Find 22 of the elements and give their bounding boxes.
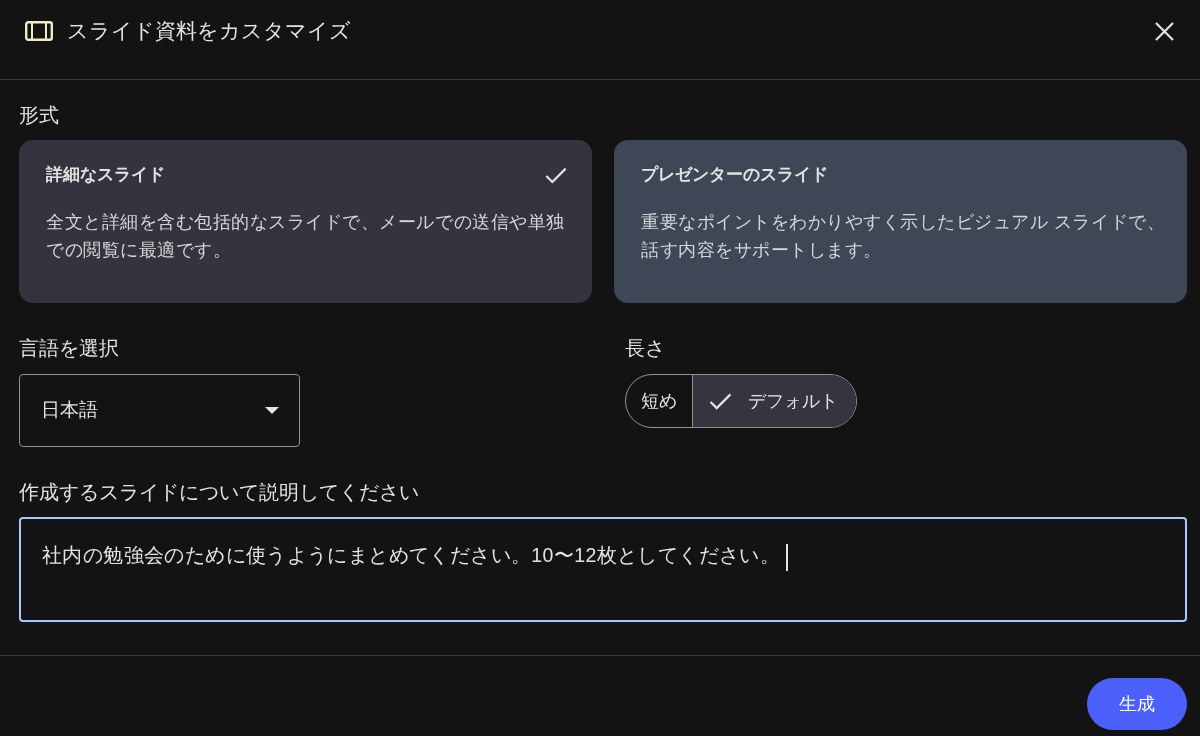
option-title: 詳細なスライド <box>46 164 165 186</box>
close-icon <box>1154 21 1174 41</box>
format-option-card[interactable]: 詳細なスライド 全文と詳細を含む包括的なスライドで、メールでの送信や単独での閲覧に最適です。 <box>19 140 592 303</box>
dialog-title: スライド資料をカスタマイズ <box>67 18 351 44</box>
description-label: 作成するスライドについて説明してください <box>19 480 420 504</box>
length-label: 長さ <box>625 336 666 360</box>
language-dropdown[interactable]: 日本語 <box>19 374 300 447</box>
option-title: プレゼンターのスライド <box>641 164 828 186</box>
option-description: 全文と詳細を含む包括的なスライドで、メールでの送信や単独での閲覧に最適です。 <box>46 211 566 262</box>
format-option-card[interactable]: プレゼンターのスライド 重要なポイントをわかりやすく示したビジュアル スライドで、話す内容をサポートします。 <box>614 140 1187 303</box>
language-label: 言語を選択 <box>19 336 120 360</box>
text-cursor-icon <box>786 544 788 572</box>
format-label: 形式 <box>19 103 60 127</box>
slides-icon <box>25 21 53 41</box>
dropdown-caret-icon <box>265 407 279 414</box>
description-textarea[interactable]: 社内の勉強会のために使うようにまとめてください。10〜12枚としてください。 <box>19 517 1187 622</box>
option-description: 重要なポイントをわかりやすく示したビジュアル スライドで、話す内容をサポートします。 <box>641 211 1167 262</box>
length-segment[interactable]: 短め <box>626 375 692 427</box>
check-icon <box>545 166 567 184</box>
generate-button[interactable]: 生成 <box>1087 678 1187 730</box>
check-icon <box>709 392 732 410</box>
length-segment[interactable]: デフォルト <box>692 375 856 427</box>
